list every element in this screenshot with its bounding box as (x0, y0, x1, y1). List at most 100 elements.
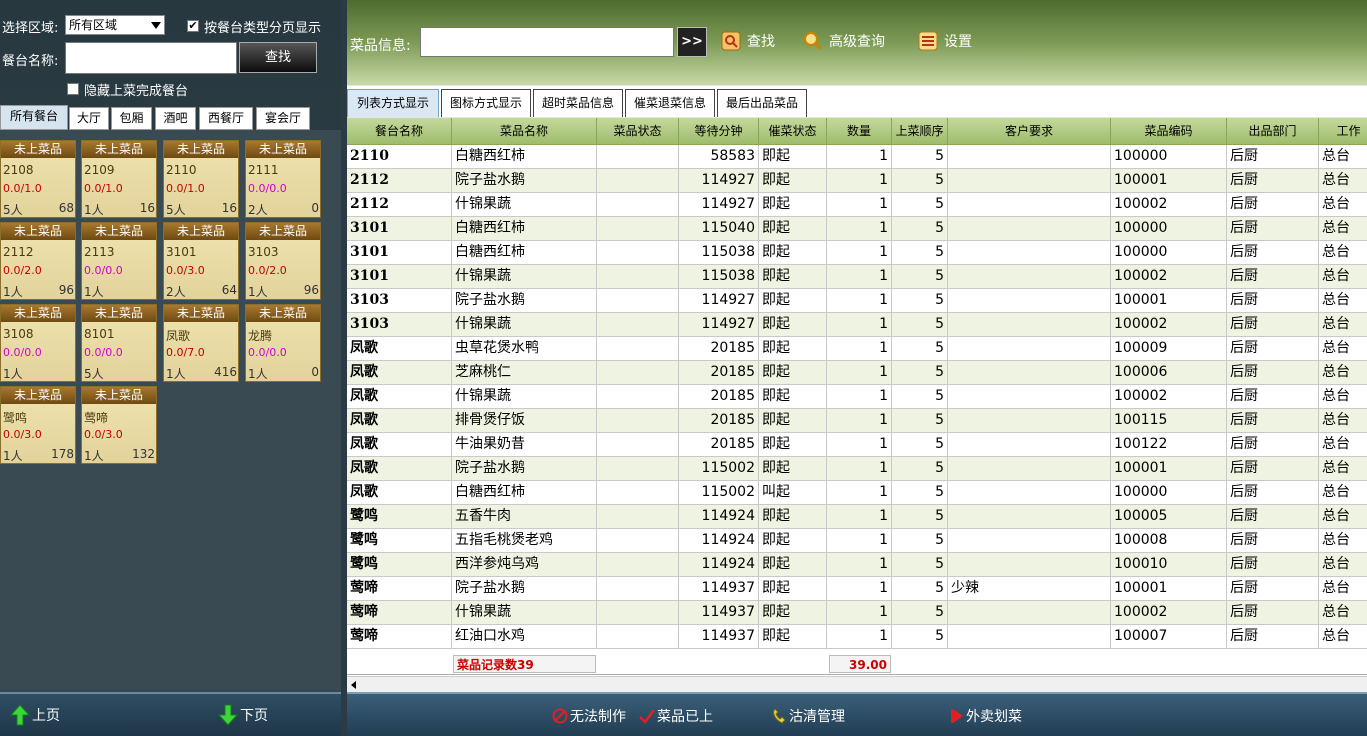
table-row[interactable]: 凤歌 虫草花煲水鸭 20185 即起 1 5 100009 后厨 总台 (347, 337, 1367, 361)
col-serve-order-cell: 5 (892, 337, 948, 361)
col-serve-order-header[interactable]: 上菜顺序 (892, 118, 948, 145)
col-dish-code-cell: 100000 (1111, 241, 1227, 265)
table-row[interactable]: 凤歌 什锦果蔬 20185 即起 1 5 100002 后厨 总台 (347, 385, 1367, 409)
takeout-button[interactable]: 外卖划菜 (950, 706, 1022, 726)
col-customer-request-cell (948, 289, 1111, 313)
col-workstation-header[interactable]: 工作 (1319, 118, 1367, 145)
table-tile-grid: 未上菜品 2108 0.0/1.0 5人 68 未上菜品 2109 0.0/1.0 1人 16 未上… (0, 130, 341, 690)
col-table-name-cell: 莺啼 (347, 577, 452, 601)
horizontal-scrollbar[interactable] (347, 676, 1367, 692)
area-select[interactable]: 所有区域 (65, 15, 165, 35)
table-row[interactable]: 3103 什锦果蔬 114927 即起 1 5 100002 后厨 总台 (347, 313, 1367, 337)
col-department-cell: 后厨 (1227, 265, 1319, 289)
table-tile[interactable]: 未上菜品 凤歌 0.0/7.0 1人 416 (163, 304, 239, 382)
tile-minutes: 64 (221, 283, 237, 297)
table-tile[interactable]: 未上菜品 8101 0.0/0.0 5人 (81, 304, 157, 382)
table-tile[interactable]: 未上菜品 3108 0.0/0.0 1人 (0, 304, 76, 382)
tile-status: 未上菜品 (1, 223, 75, 240)
table-tile[interactable]: 未上菜品 龙腾 0.0/0.0 1人 0 (245, 304, 321, 382)
prev-page-button[interactable]: 上页 (10, 704, 60, 726)
col-rush-status-header[interactable]: 催菜状态 (759, 118, 827, 145)
chevron-down-icon[interactable] (151, 22, 161, 29)
table-name-input[interactable] (65, 42, 237, 74)
table-row[interactable]: 3101 什锦果蔬 115038 即起 1 5 100002 后厨 总台 (347, 265, 1367, 289)
table-row[interactable]: 凤歌 院子盐水鹅 115002 即起 1 5 100001 后厨 总台 (347, 457, 1367, 481)
tab-hall[interactable]: 大厅 (69, 107, 109, 130)
col-table-name-cell: 鹭鸣 (347, 505, 452, 529)
table-row[interactable]: 凤歌 排骨煲仔饭 20185 即起 1 5 100115 后厨 总台 (347, 409, 1367, 433)
table-tile[interactable]: 未上菜品 2110 0.0/1.0 5人 16 (163, 140, 239, 218)
tab-icon-view[interactable]: 图标方式显示 (441, 89, 531, 117)
col-rush-status-cell: 即起 (759, 577, 827, 601)
scroll-left-icon[interactable] (351, 681, 356, 689)
table-row[interactable]: 鹭鸣 五指毛桃煲老鸡 114924 即起 1 5 100008 后厨 总台 (347, 529, 1367, 553)
tab-private-room[interactable]: 包厢 (111, 107, 152, 130)
table-tile[interactable]: 未上菜品 鹭鸣 0.0/3.0 1人 178 (0, 386, 76, 464)
table-tile[interactable]: 未上菜品 2113 0.0/0.0 1人 (81, 222, 157, 300)
paging-checkbox[interactable]: ✔ (187, 20, 199, 32)
search-button[interactable]: 查找 (721, 31, 775, 51)
col-wait-minutes-header[interactable]: 等待分钟 (679, 118, 759, 145)
col-table-name-header[interactable]: 餐台名称 (347, 118, 452, 145)
col-rush-status-cell: 即起 (759, 553, 827, 577)
sold-out-button[interactable]: 沽清管理 (771, 706, 845, 726)
col-dish-name-cell: 院子盐水鹅 (452, 457, 597, 481)
table-row[interactable]: 凤歌 白糖西红柿 115002 叫起 1 5 100000 后厨 总台 (347, 481, 1367, 505)
tab-banquet[interactable]: 宴会厅 (256, 107, 310, 130)
table-row[interactable]: 凤歌 牛油果奶昔 20185 即起 1 5 100122 后厨 总台 (347, 433, 1367, 457)
table-row[interactable]: 3103 院子盐水鹅 114927 即起 1 5 100001 后厨 总台 (347, 289, 1367, 313)
action-bar: 无法制作 菜品已上 沽清管理 外卖划菜 (347, 692, 1367, 736)
table-tile[interactable]: 未上菜品 2108 0.0/1.0 5人 68 (0, 140, 76, 218)
table-tile[interactable]: 未上菜品 2109 0.0/1.0 1人 16 (81, 140, 157, 218)
tab-rush-return[interactable]: 催菜退菜信息 (625, 89, 715, 117)
cannot-make-button[interactable]: 无法制作 (552, 706, 626, 726)
table-row[interactable]: 莺啼 院子盐水鹅 114937 即起 1 5 少辣 100001 后厨 总台 (347, 577, 1367, 601)
table-tile[interactable]: 未上菜品 3103 0.0/2.0 1人 96 (245, 222, 321, 300)
col-dish-code-header[interactable]: 菜品编码 (1111, 118, 1227, 145)
table-row[interactable]: 鹭鸣 西洋参炖乌鸡 114924 即起 1 5 100010 后厨 总台 (347, 553, 1367, 577)
table-row[interactable]: 莺啼 红油口水鸡 114937 即起 1 5 100007 后厨 总台 (347, 625, 1367, 649)
col-dish-status-header[interactable]: 菜品状态 (597, 118, 679, 145)
col-quantity-header[interactable]: 数量 (827, 118, 892, 145)
col-wait-minutes-cell: 114927 (679, 193, 759, 217)
advanced-search-button[interactable]: 高级查询 (803, 31, 885, 51)
next-page-button[interactable]: 下页 (218, 704, 268, 726)
col-customer-request-header[interactable]: 客户要求 (948, 118, 1111, 145)
table-tile[interactable]: 未上菜品 2111 0.0/0.0 2人 0 (245, 140, 321, 218)
table-row[interactable]: 2110 白糖西红柿 58583 即起 1 5 100000 后厨 总台 (347, 145, 1367, 169)
search-icon (721, 31, 741, 51)
col-dish-name-header[interactable]: 菜品名称 (452, 118, 597, 145)
tab-overtime-dishes[interactable]: 超时菜品信息 (533, 89, 623, 117)
sold-out-label: 沽清管理 (789, 709, 845, 725)
table-search-button[interactable]: 查找 (239, 42, 317, 73)
table-tile[interactable]: 未上菜品 2112 0.0/2.0 1人 96 (0, 222, 76, 300)
col-rush-status-cell: 即起 (759, 265, 827, 289)
col-customer-request-cell (948, 457, 1111, 481)
dish-info-input[interactable] (420, 27, 674, 57)
tile-served-ratio: 0.0/3.0 (3, 428, 42, 441)
table-row[interactable]: 鹭鸣 五香牛肉 114924 即起 1 5 100005 后厨 总台 (347, 505, 1367, 529)
tab-all-tables[interactable]: 所有餐台 (0, 105, 68, 130)
table-tile[interactable]: 未上菜品 3101 0.0/3.0 2人 64 (163, 222, 239, 300)
served-button[interactable]: 菜品已上 (639, 706, 713, 726)
col-workstation-cell: 总台 (1319, 193, 1367, 217)
go-button[interactable]: >> (677, 27, 707, 57)
col-rush-status-cell: 即起 (759, 289, 827, 313)
col-department-header[interactable]: 出品部门 (1227, 118, 1319, 145)
table-row[interactable]: 3101 白糖西红柿 115038 即起 1 5 100000 后厨 总台 (347, 241, 1367, 265)
table-row[interactable]: 2112 什锦果蔬 114927 即起 1 5 100002 后厨 总台 (347, 193, 1367, 217)
tab-list-view[interactable]: 列表方式显示 (347, 89, 439, 117)
table-row[interactable]: 莺啼 什锦果蔬 114937 即起 1 5 100002 后厨 总台 (347, 601, 1367, 625)
tab-last-served[interactable]: 最后出品菜品 (717, 89, 807, 117)
tab-bar[interactable]: 酒吧 (155, 107, 196, 130)
table-row[interactable]: 2112 院子盐水鹅 114927 即起 1 5 100001 后厨 总台 (347, 169, 1367, 193)
col-customer-request-cell (948, 193, 1111, 217)
table-row[interactable]: 3101 白糖西红柿 115040 即起 1 5 100000 后厨 总台 (347, 217, 1367, 241)
settings-button[interactable]: 设置 (918, 31, 972, 51)
hide-done-checkbox[interactable] (67, 83, 79, 95)
tile-served-ratio: 0.0/1.0 (166, 182, 205, 195)
cannot-make-label: 无法制作 (570, 709, 626, 725)
table-tile[interactable]: 未上菜品 莺啼 0.0/3.0 1人 132 (81, 386, 157, 464)
tab-western[interactable]: 西餐厅 (199, 107, 253, 130)
table-row[interactable]: 凤歌 芝麻桃仁 20185 即起 1 5 100006 后厨 总台 (347, 361, 1367, 385)
